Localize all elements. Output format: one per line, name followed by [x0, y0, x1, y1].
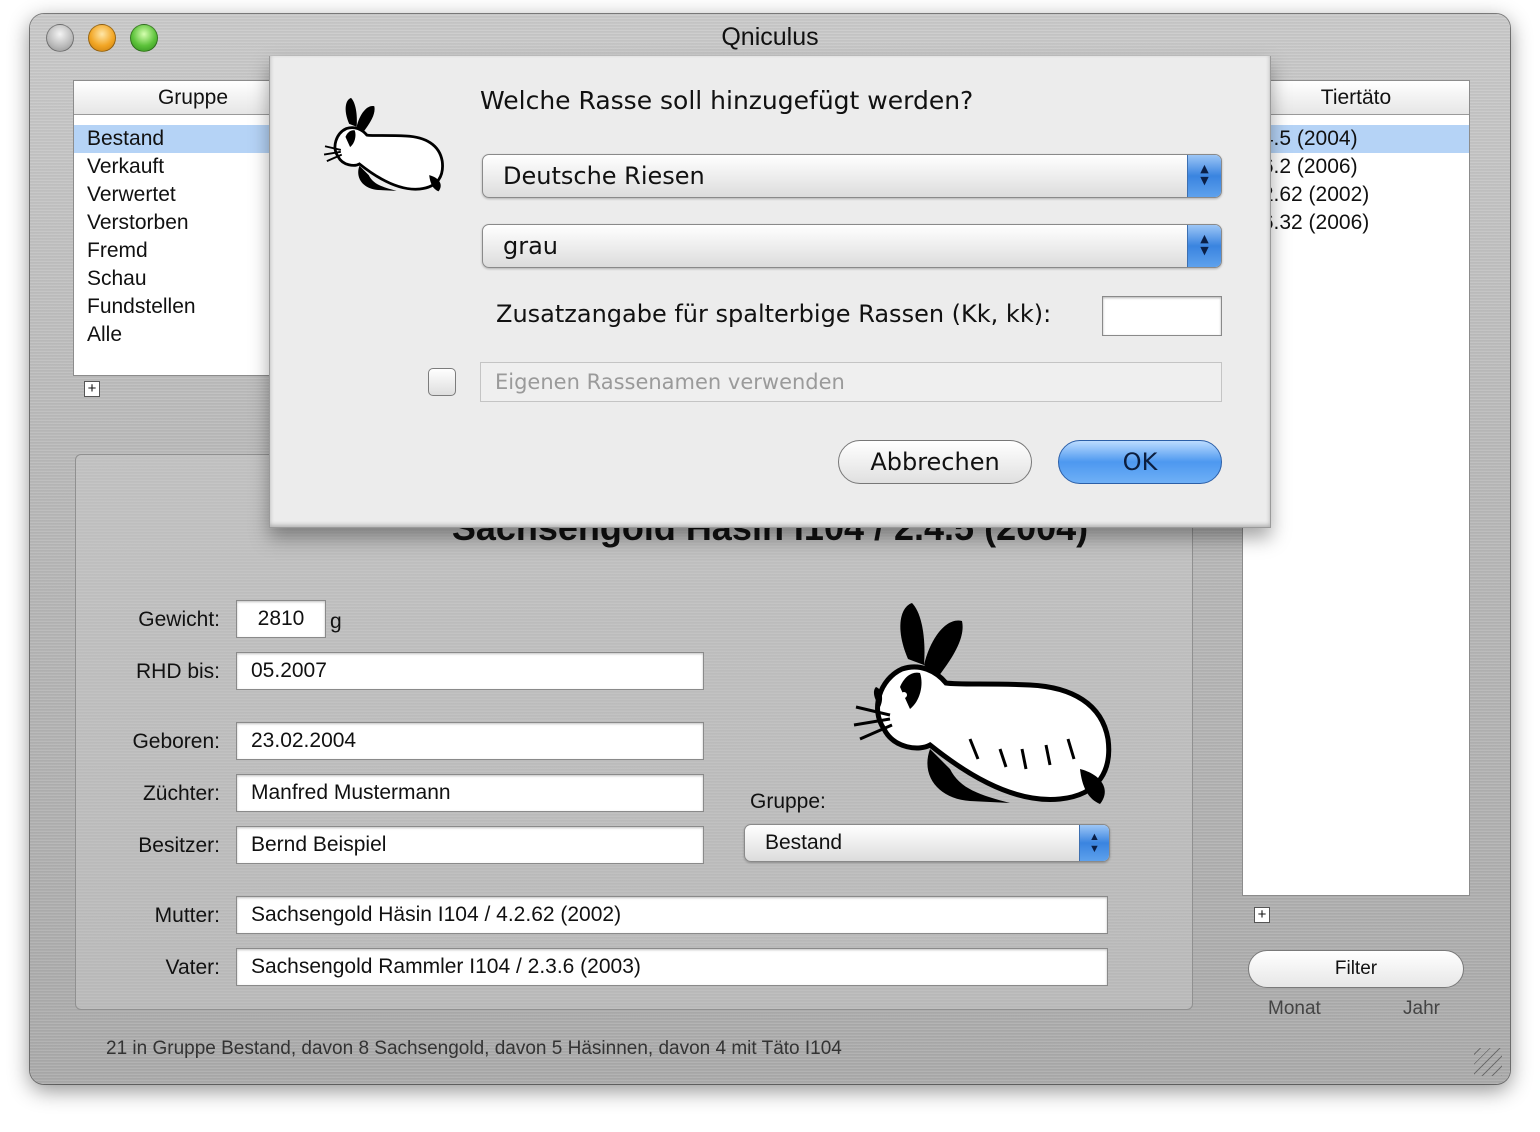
born-field[interactable]: 23.02.2004 [236, 722, 704, 760]
group-popup-value: Bestand [765, 831, 843, 854]
mother-field[interactable]: Sachsengold Häsin I104 / 4.2.62 (2002) [236, 896, 1108, 934]
own-name-field[interactable]: Eigenen Rassenamen verwenden [480, 362, 1222, 402]
dialog-question: Welche Rasse soll hinzugefügt werden? [480, 86, 974, 115]
own-name-checkbox[interactable] [428, 368, 456, 396]
filter-button[interactable]: Filter [1248, 950, 1464, 988]
filter-year-label[interactable]: Jahr [1403, 998, 1440, 1020]
popup-arrows-icon: ▲ ▼ [1187, 225, 1221, 267]
breed-popup-value: Deutsche Riesen [503, 162, 705, 190]
breed-popup[interactable]: Deutsche Riesen ▲ ▼ [482, 154, 1222, 198]
extra-info-label: Zusatzangabe für spalterbige Rassen (Kk,… [496, 300, 1052, 328]
rabbit-icon [323, 97, 444, 192]
weight-field[interactable]: 2810 [236, 600, 326, 638]
tattoo-item[interactable]: .2.62 (2002) [1243, 181, 1469, 209]
add-group-button[interactable]: + [84, 381, 100, 397]
rabbit-icon [853, 603, 1112, 804]
tattoo-item[interactable]: .4.5 (2004) [1243, 125, 1469, 153]
status-text: 21 in Gruppe Bestand, davon 8 Sachsengol… [106, 1038, 842, 1059]
tattoo-list-header[interactable]: Tiertäto [1243, 81, 1469, 115]
color-popup[interactable]: grau ▲ ▼ [482, 224, 1222, 268]
born-label: Geboren: [132, 730, 220, 753]
popup-arrows-icon: ▲ ▼ [1079, 825, 1109, 861]
ok-button[interactable]: OK [1058, 440, 1222, 484]
tattoo-list[interactable]: Tiertäto .4.5 (2004) .6.2 (2006) .2.62 (… [1242, 80, 1470, 896]
title-bar[interactable]: Qniculus [30, 14, 1510, 60]
add-breed-sheet: Welche Rasse soll hinzugefügt werden? De… [269, 56, 1271, 528]
father-label: Vater: [165, 956, 220, 979]
group-popup-label: Gruppe: [750, 790, 826, 813]
tattoo-item[interactable]: .6.2 (2006) [1243, 153, 1469, 181]
extra-info-field[interactable] [1102, 296, 1222, 336]
popup-arrows-icon: ▲ ▼ [1187, 155, 1221, 197]
owner-field[interactable]: Bernd Beispiel [236, 826, 704, 864]
weight-unit: g [330, 610, 342, 633]
owner-label: Besitzer: [138, 834, 220, 857]
color-popup-value: grau [503, 232, 559, 260]
cancel-button[interactable]: Abbrechen [838, 440, 1032, 484]
breeder-label: Züchter: [142, 782, 220, 805]
breeder-field[interactable]: Manfred Mustermann [236, 774, 704, 812]
father-field[interactable]: Sachsengold Rammler I104 / 2.3.6 (2003) [236, 948, 1108, 986]
filter-month-label[interactable]: Monat [1268, 998, 1321, 1020]
window-title: Qniculus [721, 23, 819, 51]
rhd-label: RHD bis: [135, 660, 220, 683]
resize-grip-icon[interactable] [1474, 1048, 1502, 1076]
tattoo-item[interactable]: .6.32 (2006) [1243, 209, 1469, 237]
mother-label: Mutter: [154, 904, 220, 927]
group-popup[interactable]: Bestand ▲ ▼ [744, 824, 1110, 862]
rhd-field[interactable]: 05.2007 [236, 652, 704, 690]
add-animal-button[interactable]: + [1254, 907, 1270, 923]
weight-label: Gewicht: [138, 608, 220, 631]
